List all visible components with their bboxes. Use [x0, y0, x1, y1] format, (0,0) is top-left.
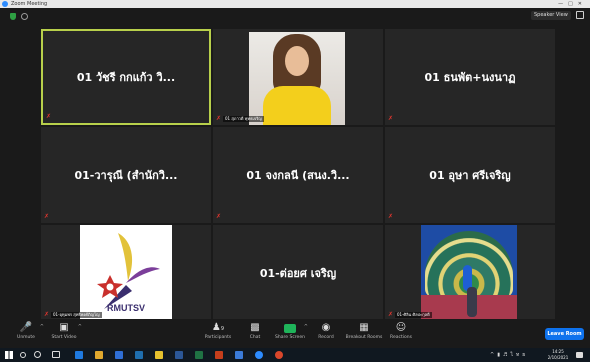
participant-name: 01-ต่อยศ เจริญ: [259, 267, 337, 280]
edge-icon[interactable]: [75, 351, 83, 359]
cortana-icon[interactable]: [34, 351, 41, 358]
app-icon[interactable]: [235, 351, 243, 359]
excel-icon[interactable]: [195, 351, 203, 359]
taskbar-clock[interactable]: 14:25 2/10/2021: [545, 349, 571, 361]
powerpoint-icon[interactable]: [215, 351, 223, 359]
participant-name: 01-วารุณี (สำนักวิ...: [74, 169, 178, 182]
input-language: ไทย: [510, 352, 529, 358]
record-button[interactable]: ◉ Record: [306, 321, 346, 347]
participant-name: 01 ธนพัต+นงนาฏ: [424, 71, 516, 84]
security-shield-icon[interactable]: [10, 13, 16, 20]
leave-room-button[interactable]: Leave Room: [545, 328, 584, 340]
record-icon: ◉: [321, 322, 331, 333]
share-screen-button[interactable]: Share Screen ^: [270, 321, 310, 347]
muted-mic-icon: ✗: [44, 213, 50, 220]
chrome-icon[interactable]: [275, 351, 283, 359]
participant-name: 01 วัชรี กกแก้ว วิ...: [76, 71, 176, 84]
participant-tile[interactable]: RMUTSV ✗ 01-อุทุมพร สุทธิพงศ์ภิญโญ: [41, 225, 211, 321]
chat-button[interactable]: ▩ Chat: [235, 321, 275, 347]
participants-button[interactable]: ♟9 Participants: [198, 321, 238, 347]
breakout-rooms-button[interactable]: ▦ Breakout Rooms: [344, 321, 384, 347]
folder-icon[interactable]: [155, 351, 163, 359]
windows-taskbar: ^▮♬ไทย 14:25 2/10/2021: [0, 348, 590, 362]
unmute-button[interactable]: 🎤 Unmute ^: [6, 321, 46, 347]
participant-tile[interactable]: 01 ธนพัต+นงนาฏ ✗: [385, 29, 555, 125]
participant-tile[interactable]: 01 จงกลนี (สนง.วิ... ✗: [213, 127, 383, 223]
muted-mic-icon: ✗: [388, 311, 394, 318]
zoom-logo-icon: [2, 1, 8, 7]
chevron-up-icon[interactable]: ^: [78, 324, 82, 330]
start-video-button[interactable]: ▣ Start Video ^: [44, 321, 84, 347]
participant-name: 01 อุษา ศรีเจริญ: [429, 169, 511, 182]
participant-name-label: 01 สุภาวดี พุทธเจริญ: [223, 116, 264, 122]
reactions-button[interactable]: ☺ Reactions: [381, 321, 421, 347]
participant-tile[interactable]: 01 วัชรี กกแก้ว วิ... ✗: [41, 29, 211, 125]
info-icon[interactable]: [21, 13, 28, 20]
participant-name-label: 01-ศิลิน ศิลปะกุลดี: [395, 312, 432, 318]
meeting-area: Speaker View 01 วัชรี กกแก้ว วิ... ✗ ✗ 0…: [0, 8, 590, 321]
zoom-taskbar-icon[interactable]: [255, 351, 263, 359]
muted-mic-icon: ✗: [388, 213, 394, 220]
notification-icon[interactable]: [576, 352, 583, 358]
store-icon[interactable]: [135, 351, 143, 359]
participant-tile[interactable]: 01-วารุณี (สำนักวิ... ✗: [41, 127, 211, 223]
participant-name-label: 01-อุทุมพร สุทธิพงศ์ภิญโญ: [51, 312, 102, 318]
muted-mic-icon: ✗: [44, 311, 50, 318]
chat-icon: ▩: [250, 322, 260, 333]
muted-mic-icon: ✗: [216, 213, 222, 220]
participant-video: [249, 32, 345, 125]
task-view-icon[interactable]: [52, 351, 60, 358]
title-bar: Zoom Meeting —□✕: [0, 0, 590, 8]
reactions-icon: ☺: [395, 322, 407, 333]
mail-icon[interactable]: [115, 351, 123, 359]
participant-name: 01 จงกลนี (สนง.วิ...: [246, 169, 350, 182]
muted-mic-icon: ✗: [46, 113, 52, 120]
participant-tile[interactable]: 01 อุษา ศรีเจริญ ✗: [385, 127, 555, 223]
share-screen-icon: [284, 324, 296, 333]
system-tray[interactable]: ^▮♬ไทย: [490, 348, 528, 362]
breakout-rooms-icon: ▦: [359, 322, 369, 333]
muted-mic-icon: ✗: [388, 115, 394, 122]
participants-icon: ♟9: [211, 322, 225, 333]
meeting-toolbar: 🎤 Unmute ^ ▣ Start Video ^ ♟9 Participan…: [0, 319, 590, 348]
file-explorer-icon[interactable]: [95, 351, 103, 359]
speaker-view-button[interactable]: Speaker View: [531, 11, 571, 20]
participant-tile[interactable]: ✗ 01-ศิลิน ศิลปะกุลดี: [385, 225, 555, 321]
participants-count: 9: [220, 326, 225, 332]
rmutsv-logo: RMUTSV: [80, 225, 172, 321]
window-controls[interactable]: —□✕: [558, 0, 587, 8]
word-icon[interactable]: [175, 351, 183, 359]
window-title: Zoom Meeting: [11, 1, 48, 7]
windows-start-icon[interactable]: [5, 351, 13, 359]
muted-mic-icon: ✗: [216, 115, 222, 122]
fullscreen-icon[interactable]: [576, 11, 584, 19]
participant-tile[interactable]: 01-ต่อยศ เจริญ: [213, 225, 383, 321]
participant-video: [421, 225, 517, 321]
participant-tile[interactable]: ✗ 01 สุภาวดี พุทธเจริญ: [213, 29, 383, 125]
search-icon[interactable]: [20, 352, 26, 358]
